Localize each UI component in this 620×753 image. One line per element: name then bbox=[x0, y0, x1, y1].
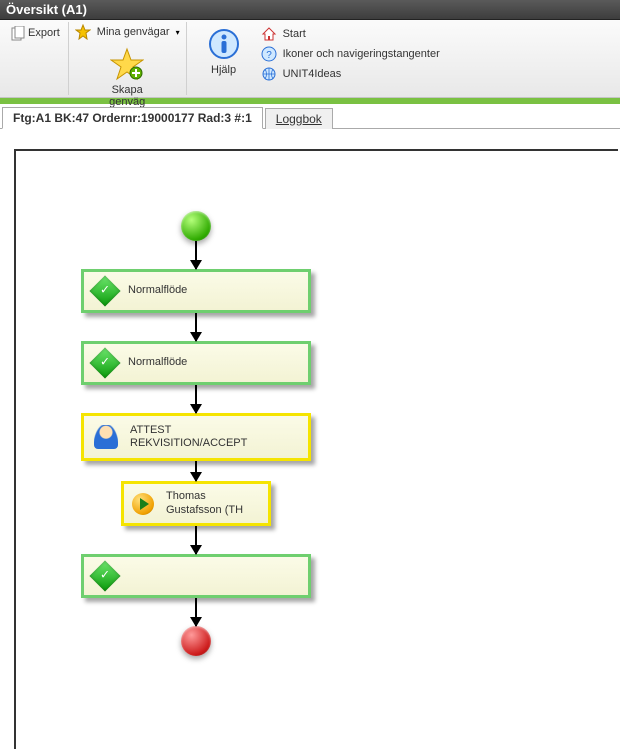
unit4-link[interactable]: UNIT4Ideas bbox=[281, 67, 344, 81]
flow-arrow bbox=[195, 385, 197, 413]
help-small-icon: ? bbox=[261, 46, 277, 62]
flow-step-final[interactable] bbox=[81, 554, 311, 598]
info-icon bbox=[207, 24, 241, 64]
export-icon bbox=[10, 26, 26, 42]
skapa-genvag-button[interactable]: Skapa genväg bbox=[105, 42, 149, 110]
step-label: ATTEST REKVISITION/ACCEPT bbox=[130, 424, 247, 450]
tab-loggbok[interactable]: Loggbok bbox=[265, 108, 333, 129]
window-title: Översikt (A1) bbox=[6, 2, 87, 17]
accent-strip bbox=[0, 98, 620, 104]
current-step-icon bbox=[132, 493, 154, 515]
flow-arrow bbox=[195, 598, 197, 626]
skapa-genvag-label: Skapa genväg bbox=[109, 84, 145, 108]
mina-genvagar-dropdown[interactable]: Mina genvägar bbox=[95, 25, 172, 39]
step-label: Normalflöde bbox=[128, 356, 187, 369]
start-node[interactable] bbox=[181, 211, 211, 241]
ribbon: Export Mina genvägar ▾ Skapa genväg bbox=[0, 20, 620, 98]
tab-overview-label: Ftg:A1 BK:47 Ordernr:19000177 Rad:3 #:1 bbox=[13, 111, 252, 125]
star-add-icon bbox=[110, 44, 144, 84]
home-icon bbox=[261, 26, 277, 42]
flow-step-normalflode-2[interactable]: Normalflöde bbox=[81, 341, 311, 385]
ikoner-link[interactable]: Ikoner och navigeringstangenter bbox=[281, 47, 442, 61]
tab-overview[interactable]: Ftg:A1 BK:47 Ordernr:19000177 Rad:3 #:1 bbox=[2, 107, 263, 129]
flow-step-normalflode-1[interactable]: Normalflöde bbox=[81, 269, 311, 313]
help-label: Hjälp bbox=[211, 64, 236, 76]
canvas-wrap: Normalflöde Normalflöde ATTEST REKVISITI… bbox=[0, 129, 620, 749]
workflow-canvas: Normalflöde Normalflöde ATTEST REKVISITI… bbox=[14, 149, 618, 749]
end-node[interactable] bbox=[181, 626, 211, 656]
flow-arrow bbox=[195, 526, 197, 554]
auto-step-icon bbox=[89, 347, 120, 378]
ribbon-group-shortcuts: Mina genvägar ▾ Skapa genväg bbox=[69, 22, 187, 95]
globe-icon bbox=[261, 66, 277, 82]
flow-arrow bbox=[195, 241, 197, 269]
tab-loggbok-label: Loggbok bbox=[276, 112, 322, 126]
flow-step-attest[interactable]: ATTEST REKVISITION/ACCEPT bbox=[81, 413, 311, 461]
auto-step-icon bbox=[89, 560, 120, 591]
step-label: Thomas Gustafsson (TH bbox=[166, 490, 243, 516]
person-icon bbox=[94, 425, 118, 449]
ribbon-group-help: Hjälp Start ? Ikoner och navigeringstang… bbox=[187, 22, 454, 95]
ribbon-group-export: Export bbox=[4, 22, 69, 95]
window-titlebar: Översikt (A1) bbox=[0, 0, 620, 20]
auto-step-icon bbox=[89, 275, 120, 306]
flow-step-person[interactable]: Thomas Gustafsson (TH bbox=[121, 481, 271, 525]
step-label: Normalflöde bbox=[128, 284, 187, 297]
chevron-down-icon: ▾ bbox=[176, 28, 180, 37]
start-link[interactable]: Start bbox=[281, 27, 308, 41]
flow-arrow bbox=[195, 461, 197, 481]
help-button[interactable]: Hjälp bbox=[203, 22, 245, 78]
tab-bar: Ftg:A1 BK:47 Ordernr:19000177 Rad:3 #:1 … bbox=[0, 105, 620, 129]
export-button[interactable]: Export bbox=[26, 26, 62, 40]
flow-arrow bbox=[195, 313, 197, 341]
svg-text:?: ? bbox=[266, 50, 272, 61]
workflow-column: Normalflöde Normalflöde ATTEST REKVISITI… bbox=[66, 211, 326, 656]
star-small-icon bbox=[75, 24, 91, 40]
